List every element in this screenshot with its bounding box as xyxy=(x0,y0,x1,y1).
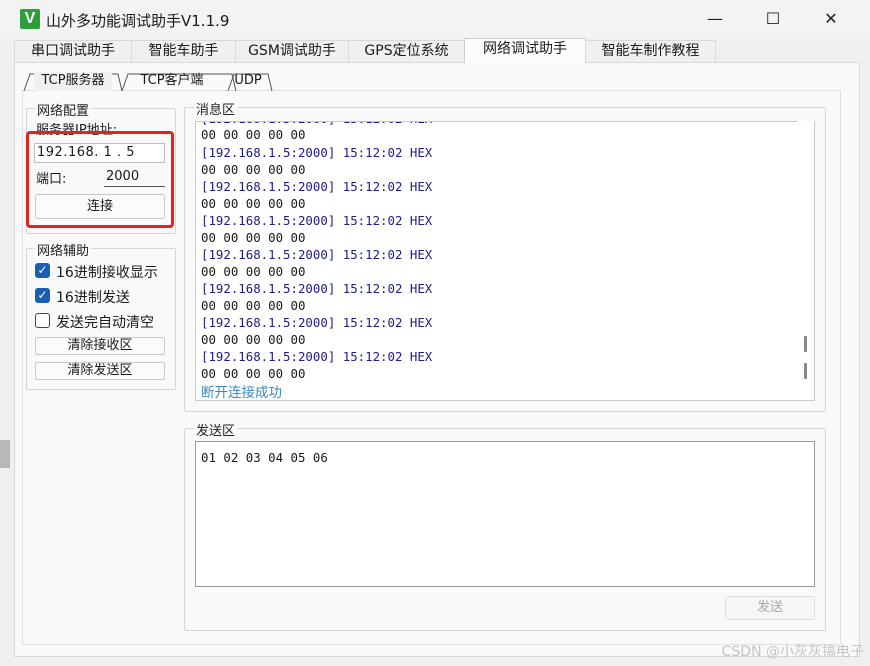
log-header-line: [192.168.1.5:2000] 15:12:02 HEX xyxy=(201,247,433,262)
log-partial-line: [192.168.1.5:2000] 15:12:02 HEX xyxy=(201,122,432,126)
highlight-box xyxy=(26,131,174,228)
minimize-icon: — xyxy=(707,9,723,28)
tab-gps[interactable]: GPS定位系统 xyxy=(348,40,465,62)
window-title: 山外多功能调试助手V1.1.9 xyxy=(46,12,230,30)
log-data-line: 00 00 00 00 00 xyxy=(201,332,306,347)
app-logo-icon: V xyxy=(20,9,40,29)
subtab-tcp-server[interactable]: TCP服务器 xyxy=(34,72,112,91)
send-content: 01 02 03 04 05 06 xyxy=(201,450,328,465)
tab-serial[interactable]: 串口调试助手 xyxy=(14,40,132,62)
watermark: CSDN @小灰灰搞电子 xyxy=(721,644,864,660)
log-header-line: [192.168.1.5:2000] 15:12:02 HEX xyxy=(201,349,433,364)
hex-send-checkbox[interactable]: ✓ xyxy=(35,288,50,303)
app-window: V 山外多功能调试助手V1.1.9 — ☐ ✕ 串口调试助手 智能车助手 GSM… xyxy=(0,0,870,666)
auto-clear-label: 发送完自动清空 xyxy=(56,315,154,331)
subtab-udp[interactable]: UDP xyxy=(234,72,262,91)
tab-smart-car[interactable]: 智能车助手 xyxy=(131,40,236,62)
minimize-button[interactable]: — xyxy=(686,0,744,38)
send-button[interactable]: 发送 xyxy=(725,596,815,620)
log-header-line: [192.168.1.5:2000] 15:12:02 HEX xyxy=(201,145,433,160)
log-data-line: 00 00 00 00 00 xyxy=(201,264,306,279)
subtab-tcp-client-label: TCP客户端 xyxy=(140,73,204,88)
hex-receive-checkbox[interactable]: ✓ xyxy=(35,263,50,278)
clear-send-button[interactable]: 清除发送区 xyxy=(35,362,165,380)
log-status-line: 断开连接成功 xyxy=(201,385,282,401)
log-header-line: [192.168.1.5:2000] 15:12:02 HEX xyxy=(201,179,433,194)
subtab-udp-label: UDP xyxy=(234,73,262,88)
clear-receive-button[interactable]: 清除接收区 xyxy=(35,337,165,355)
log-header-line: [192.168.1.5:2000] 15:12:02 HEX xyxy=(201,213,433,228)
log-data-line: 00 00 00 00 00 xyxy=(201,230,306,245)
scroll-thumb[interactable] xyxy=(804,363,807,379)
send-textarea[interactable]: 01 02 03 04 05 06 xyxy=(195,441,815,587)
send-area-title: 发送区 xyxy=(194,420,238,439)
close-icon: ✕ xyxy=(824,9,838,28)
log-header-line: [192.168.1.5:2000] 15:12:02 HEX xyxy=(201,315,433,330)
scroll-thumb[interactable] xyxy=(804,336,807,352)
close-button[interactable]: ✕ xyxy=(802,0,860,38)
title-bar: V 山外多功能调试助手V1.1.9 — ☐ ✕ xyxy=(0,0,870,38)
tab-network[interactable]: 网络调试助手 xyxy=(464,38,586,63)
log-data-line: 00 00 00 00 00 xyxy=(201,162,306,177)
log-data-line: 00 00 00 00 00 xyxy=(201,196,306,211)
message-area-title: 消息区 xyxy=(194,99,238,118)
maximize-button[interactable]: ☐ xyxy=(744,0,802,38)
subtab-tcp-client[interactable]: TCP客户端 xyxy=(132,72,212,91)
message-log[interactable]: [192.168.1.5:2000] 15:12:02 HEX 00 00 00… xyxy=(195,121,815,401)
subtab-tcp-server-label: TCP服务器 xyxy=(41,73,105,88)
left-edge-mark xyxy=(0,440,10,468)
log-data-line: 00 00 00 00 00 xyxy=(201,127,306,142)
message-scrollbar[interactable] xyxy=(797,121,814,400)
tab-tutorial[interactable]: 智能车制作教程 xyxy=(585,40,716,62)
hex-receive-label: 16进制接收显示 xyxy=(56,265,158,281)
log-data-line: 00 00 00 00 00 xyxy=(201,366,306,381)
log-data-line: 00 00 00 00 00 xyxy=(201,298,306,313)
log-header-line: [192.168.1.5:2000] 15:12:02 HEX xyxy=(201,281,433,296)
auto-clear-checkbox[interactable] xyxy=(35,313,50,328)
hex-send-label: 16进制发送 xyxy=(56,290,130,306)
network-config-title: 网络配置 xyxy=(35,100,92,119)
maximize-icon: ☐ xyxy=(765,9,781,28)
tab-gsm[interactable]: GSM调试助手 xyxy=(235,40,349,62)
network-aux-title: 网络辅助 xyxy=(35,240,92,259)
